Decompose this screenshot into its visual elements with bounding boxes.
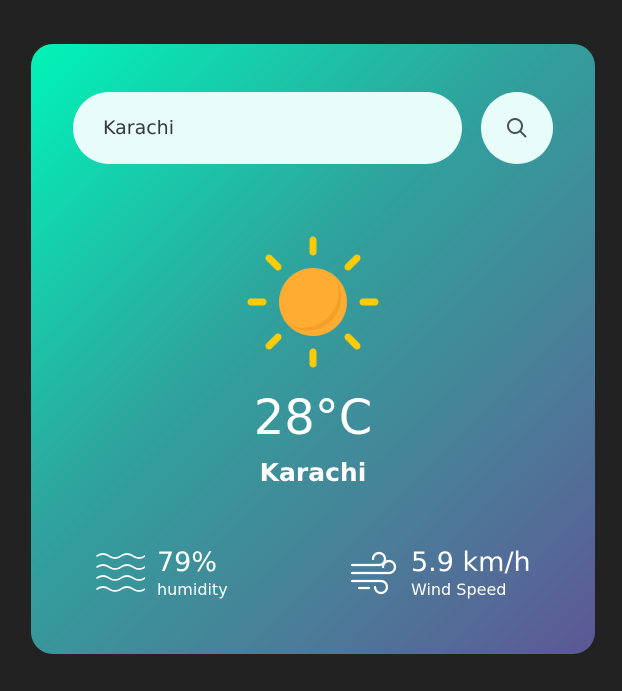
city-search-input[interactable] [73, 92, 462, 164]
weather-card: 28°C Karachi 79% humidity 5.9 km/h [31, 44, 595, 654]
sun-icon [247, 236, 379, 368]
wind-stat: 5.9 km/h Wind Speed [349, 548, 531, 599]
city-name: Karachi [259, 458, 367, 487]
humidity-text: 79% humidity [157, 548, 228, 599]
temperature: 28°C [253, 390, 373, 446]
humidity-value: 79% [157, 547, 218, 578]
wind-text: 5.9 km/h Wind Speed [411, 548, 531, 599]
wind-value: 5.9 km/h [411, 547, 531, 578]
wind-label: Wind Speed [411, 579, 507, 599]
humidity-stat: 79% humidity [95, 548, 228, 599]
humidity-waves-icon [96, 553, 145, 593]
wind-icon [350, 552, 397, 595]
humidity-label: humidity [157, 579, 228, 599]
search-icon [507, 118, 527, 138]
search-button[interactable] [481, 92, 553, 164]
